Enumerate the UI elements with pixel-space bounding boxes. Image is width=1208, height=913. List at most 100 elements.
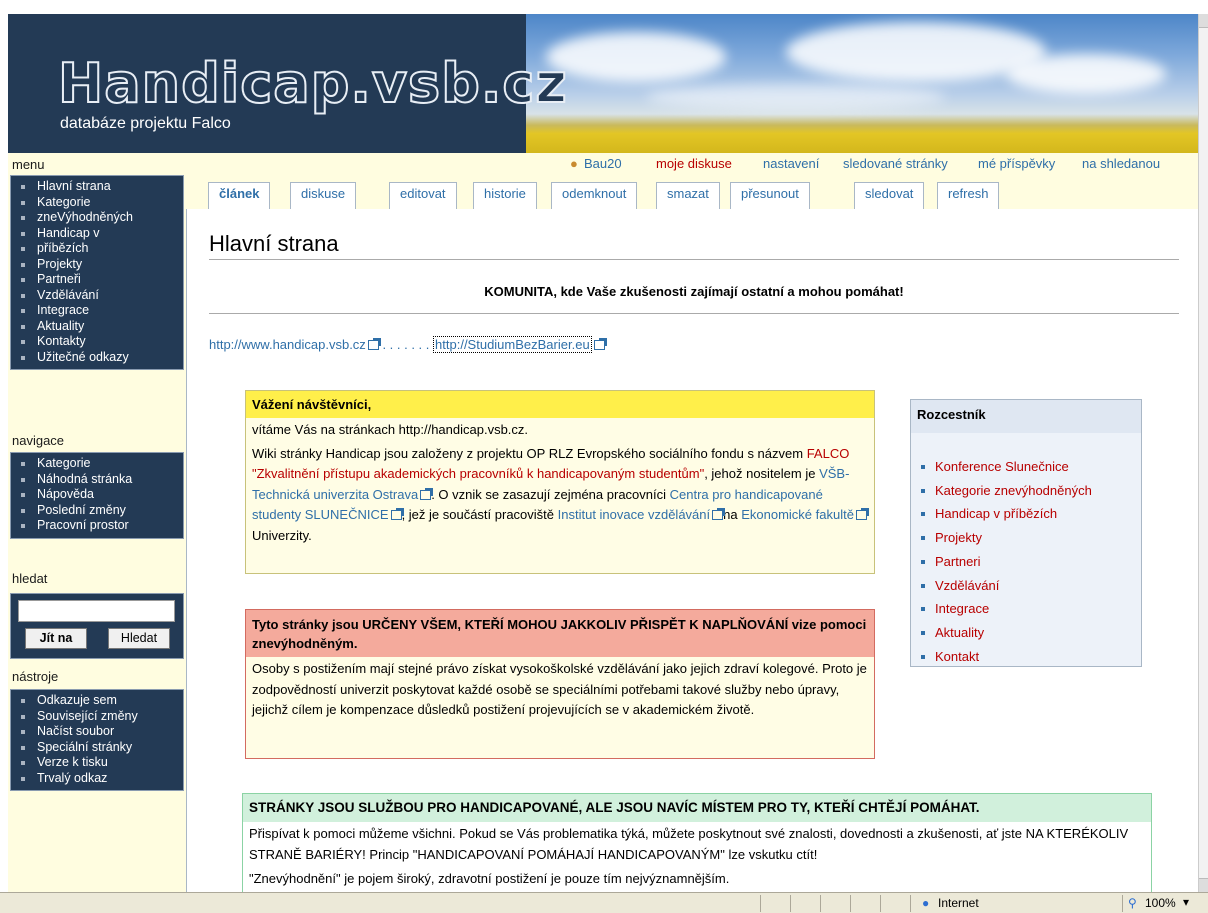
go-button[interactable]: Jít na [25,628,87,649]
tab-move[interactable]: přesunout [730,182,810,209]
rozc-item[interactable]: Vzdělávání [911,574,1141,598]
service-box-header: STRÁNKY JSOU SLUŽBOU PRO HANDICAPOVANÉ, … [243,794,1151,822]
tab-unprotect[interactable]: odemknout [551,182,638,209]
zoom-level[interactable]: 100% [1145,896,1176,910]
navigace-heading: navigace [12,433,65,448]
tab-delete[interactable]: smazat [656,182,720,209]
menu-item-hlavni-strana[interactable]: Hlavní strana [11,179,183,195]
search-input[interactable] [18,600,175,622]
window-top-edge [0,0,1208,14]
menu-item-kategorie[interactable]: Kategorie [11,195,183,211]
personal-toolbar: ● Bau20 moje diskuse nastavení sledované… [186,153,1198,176]
rozcestnik-title: Rozcestník [911,400,1141,433]
title-divider [209,259,1179,260]
handicap-link[interactable]: http://www.handicap.vsb.cz [209,337,366,352]
rozc-item[interactable]: Aktuality [911,621,1141,645]
menu-item-odkazy[interactable]: Užitečné odkazy [11,350,183,366]
welcome-line: vítáme Vás na stránkach http://handicap.… [252,422,529,437]
scroll-down-arrow-icon[interactable] [1199,878,1208,892]
search-button[interactable]: Hledat [108,628,170,649]
welcome-box-body: vítáme Vás na stránkach http://handicap.… [246,418,874,550]
tool-item-odkazuje[interactable]: Odkazuje sem [11,693,183,709]
text-run: Univerzity. [252,527,312,543]
user-link[interactable]: Bau20 [584,156,622,171]
zoom-icon: ⚲ [1128,896,1137,910]
tool-item-specialni[interactable]: Speciální stránky [11,740,183,756]
rozcestnik-box: Rozcestník Konference Slunečnice Kategor… [910,399,1142,667]
tab-refresh[interactable]: refresh [937,182,1000,209]
text-run: , jež je součástí pracoviště [401,507,558,522]
page-title: Hlavní strana [209,231,339,256]
menu-heading: menu [12,157,45,172]
external-link-icon [593,338,607,350]
rozc-item[interactable]: Integrace [911,597,1141,621]
tab-history[interactable]: historie [473,182,537,209]
tool-item-tisk[interactable]: Verze k tisku [11,755,183,771]
watchlist-link[interactable]: sledované stránky [843,156,948,171]
settings-link[interactable]: nastavení [763,156,819,171]
rozc-item[interactable]: Partneri [911,550,1141,574]
menu-item-handicap-cont[interactable]: příbězích [11,241,183,257]
rozc-item[interactable]: Kontakt [911,645,1141,669]
page-tabs: článek diskuse editovat historie odemkno… [186,176,1198,209]
rozc-item[interactable]: Handicap v příbězích [911,502,1141,526]
tool-item-nacist[interactable]: Načíst soubor [11,724,183,740]
target-audience-box: Tyto stránky jsou URČENY VŠEM, KTEŘÍ MOH… [245,609,875,759]
text-run: , jehož nositelem je [704,466,820,481]
nav-item-posledni-zmeny[interactable]: Poslední změny [11,503,183,519]
menu-item-aktuality[interactable]: Aktuality [11,319,183,335]
dots-separator: . . . . . . . [382,337,430,352]
text-run: Wiki stránky Handicap jsou založeny z pr… [252,445,807,461]
browser-status-bar: ● Internet ⚲ 100% ▾ [0,892,1208,913]
text-run: . O vznik se zasazují zejména pracovníci [431,486,670,502]
navigace-portlet: Kategorie Náhodná stránka Nápověda Posle… [10,452,184,539]
nav-item-napoveda[interactable]: Nápověda [11,487,183,503]
nav-item-kategorie[interactable]: Kategorie [11,456,183,472]
welcome-box: Vážení návštěvníci, vítáme Vás na stránk… [245,390,875,574]
my-discussion-link[interactable]: moje diskuse [656,156,732,171]
menu-item-projekty[interactable]: Projekty [11,257,183,273]
header-banner-image [526,14,1198,153]
scroll-up-arrow-icon[interactable] [1199,14,1208,28]
rozcestnik-list: Konference Slunečnice Kategorie znevýhod… [911,455,1141,668]
contributions-link[interactable]: mé příspěvky [978,156,1055,171]
vertical-scrollbar[interactable] [1198,14,1208,892]
tool-item-trvaly[interactable]: Trvalý odkaz [11,771,183,787]
tagline-divider [209,313,1179,314]
sidebar: menu Hlavní strana Kategorie zneVýhodněn… [8,153,186,913]
rozc-item[interactable]: Kategorie znevýhodněných [911,479,1141,503]
ekonomicka-link[interactable]: Ekonomické fakultě [741,507,854,522]
menu-item-integrace[interactable]: Integrace [11,303,183,319]
site-tagline: databáze projektu Falco [60,115,231,132]
service-paragraph-2: "Znevýhodnění" je pojem široký, zdravotn… [249,871,730,886]
community-tagline: KOMUNITA, kde Vaše zkušenosti zajímají o… [484,284,904,299]
tab-watch[interactable]: sledovat [854,182,925,209]
nastroje-heading: nástroje [12,669,59,684]
menu-item-kontakty[interactable]: Kontakty [11,334,183,350]
tab-discussion[interactable]: diskuse [290,182,357,209]
content-area: Hlavní strana KOMUNITA, kde Vaše zkušeno… [186,209,1198,892]
site-logo[interactable]: Handicap.vsb.cz [57,51,568,116]
tool-item-souvisejici[interactable]: Související změny [11,709,183,725]
rozc-item[interactable]: Konference Slunečnice [911,455,1141,479]
search-portlet: Jít na Hledat [10,593,184,659]
rozc-item[interactable]: Projekty [911,526,1141,550]
menu-item-kategorie-cont[interactable]: zneVýhodněných [11,210,183,226]
institut-link[interactable]: Institut inovace vzdělávání [558,507,710,522]
globe-icon: ● [922,896,930,910]
nav-item-pracovni-prostor[interactable]: Pracovní prostor [11,518,183,534]
tab-edit[interactable]: editovat [389,182,457,209]
security-zone: Internet [938,896,979,910]
menu-item-handicap[interactable]: Handicap v [11,226,183,242]
tab-article[interactable]: článek [208,182,271,209]
menu-item-partneri[interactable]: Partneři [11,272,183,288]
logout-link[interactable]: na shledanou [1082,156,1160,171]
menu-portlet: Hlavní strana Kategorie zneVýhodněných H… [10,175,184,370]
menu-item-vzdelavani[interactable]: Vzdělávání [11,288,183,304]
nav-item-nahodna[interactable]: Náhodná stránka [11,472,183,488]
target-box-header: Tyto stránky jsou URČENY VŠEM, KTEŘÍ MOH… [246,610,874,657]
studium-link[interactable]: http://StudiumBezBarier.eu [433,336,592,353]
service-box-body: Přispívat k pomoci můžeme všichni. Pokud… [243,822,1151,892]
zoom-dropdown-icon[interactable]: ▾ [1183,895,1189,909]
external-link-icon [855,508,869,520]
